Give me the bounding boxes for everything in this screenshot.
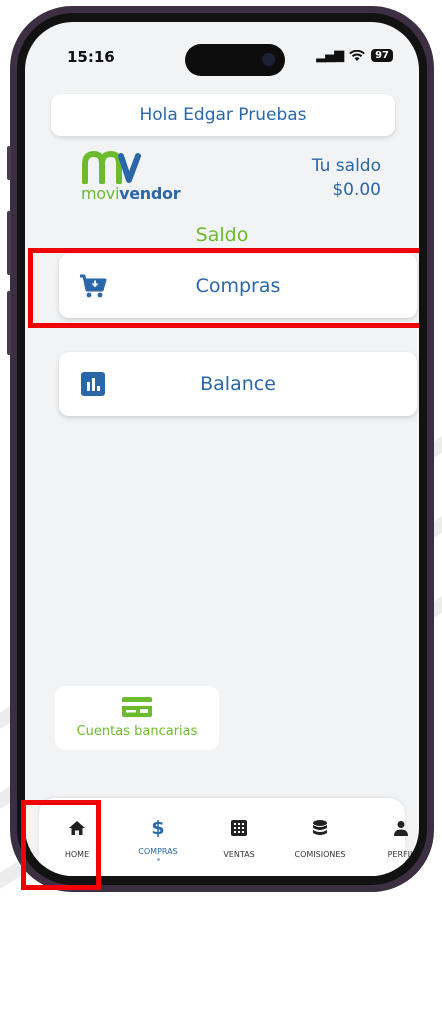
balance-label: Tu saldo (311, 156, 381, 176)
status-indicators: ▂▄▆ 97 (316, 48, 393, 63)
app-screen: 15:16 ▂▄▆ 97 Hola Edgar Pruebas movivend… (25, 22, 419, 876)
cuentas-bancarias-button[interactable]: Cuentas bancarias (55, 686, 219, 750)
balance-card[interactable]: Balance (59, 352, 417, 416)
tab-perfil[interactable]: PERFIL (365, 798, 419, 859)
section-title: Saldo (195, 224, 249, 246)
tab-ventas[interactable]: VENTAS (203, 798, 275, 859)
camera-icon (262, 53, 275, 66)
active-dot (156, 858, 160, 861)
battery-indicator: 97 (371, 49, 393, 62)
balance-value: $0.00 (332, 180, 381, 200)
cuentas-bancarias-label: Cuentas bancarias (76, 724, 198, 739)
tab-perfil-label: PERFIL (387, 850, 415, 859)
side-button (7, 211, 11, 275)
logo-wordmark: movivendor (81, 184, 181, 203)
tab-compras-label: COMPRAS (138, 847, 178, 856)
logo-text-movi: movi (81, 184, 120, 203)
phone-bezel: 15:16 ▂▄▆ 97 Hola Edgar Pruebas movivend… (17, 13, 427, 885)
balance-card-label: Balance (200, 373, 276, 395)
tab-comisiones[interactable]: COMISIONES (284, 798, 356, 859)
greeting-banner: Hola Edgar Pruebas (51, 94, 395, 136)
dollar-icon: $ (151, 817, 165, 839)
home-tab-highlight-box (21, 800, 101, 890)
person-icon (394, 821, 408, 836)
side-button (7, 291, 11, 355)
credit-card-icon (122, 697, 152, 717)
coins-stack-icon (313, 820, 327, 835)
signal-icon: ▂▄▆ (316, 48, 344, 63)
tab-ventas-label: VENTAS (223, 850, 255, 859)
compras-highlight-box (28, 248, 419, 328)
mv-logo-mark-icon (82, 150, 141, 185)
tab-compras[interactable]: $ COMPRAS (122, 798, 194, 861)
tab-comisiones-label: COMISIONES (294, 850, 346, 859)
phone-frame: 15:16 ▂▄▆ 97 Hola Edgar Pruebas movivend… (7, 6, 434, 892)
status-time: 15:16 (67, 48, 115, 66)
movivendor-logo: movivendor (81, 150, 181, 203)
dynamic-island (185, 44, 285, 76)
logo-text-vendor: vendor (119, 184, 181, 203)
wifi-icon (349, 49, 365, 61)
calculator-icon (231, 820, 247, 836)
side-button (7, 146, 11, 180)
